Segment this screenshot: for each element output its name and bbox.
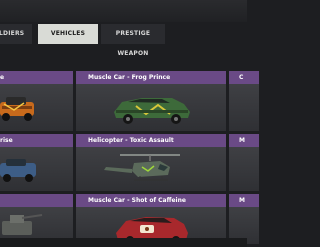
tab-vehicles[interactable]: VEHICLES [38, 24, 98, 44]
skin-card-partial-left[interactable]: rise [0, 134, 73, 191]
green-muscle-car-image [114, 98, 190, 124]
card-header: M [229, 134, 259, 147]
card-header: Muscle Car - Shot of Caffeine [76, 194, 226, 207]
card-header: e [0, 71, 73, 84]
skin-card-partial-right[interactable]: M [229, 194, 259, 244]
skin-card-partial-left[interactable] [0, 194, 73, 244]
card-header [0, 194, 73, 207]
bottom-bar [0, 238, 247, 247]
top-bar [0, 0, 247, 22]
card-title: M [239, 137, 245, 144]
skin-card-frog-prince[interactable]: Muscle Car - Frog Prince [76, 71, 226, 131]
skin-card-shot-of-caffeine[interactable]: Muscle Car - Shot of Caffeine [76, 194, 226, 244]
skin-card-partial-right[interactable]: C [229, 71, 259, 131]
skin-card-toxic-assault[interactable]: Helicopter - Toxic Assault [76, 134, 226, 191]
skin-card-partial-right[interactable]: M [229, 134, 259, 191]
card-header: Helicopter - Toxic Assault [76, 134, 226, 147]
tab-prestige-weapon[interactable]: PRESTIGE WEAPON [101, 24, 165, 57]
card-header: Muscle Car - Frog Prince [76, 71, 226, 84]
card-header: M [229, 194, 259, 207]
card-title: rise [0, 137, 13, 144]
card-title: e [0, 74, 5, 81]
card-header: C [229, 71, 259, 84]
card-header: rise [0, 134, 73, 147]
skin-card-partial-left[interactable]: e [0, 71, 73, 131]
orange-muscle-car-image [0, 97, 34, 121]
card-title: Helicopter - Toxic Assault [88, 137, 174, 144]
card-title: Muscle Car - Frog Prince [88, 74, 171, 81]
category-tabs: OLDIERS VEHICLES PRESTIGE WEAPON [0, 24, 247, 57]
card-title: Muscle Car - Shot of Caffeine [88, 197, 186, 204]
tab-soldiers[interactable]: OLDIERS [0, 24, 32, 44]
helicopter-image [104, 154, 180, 181]
card-title: M [239, 197, 245, 204]
blue-vehicle-image [0, 159, 36, 182]
card-title: C [239, 74, 244, 81]
